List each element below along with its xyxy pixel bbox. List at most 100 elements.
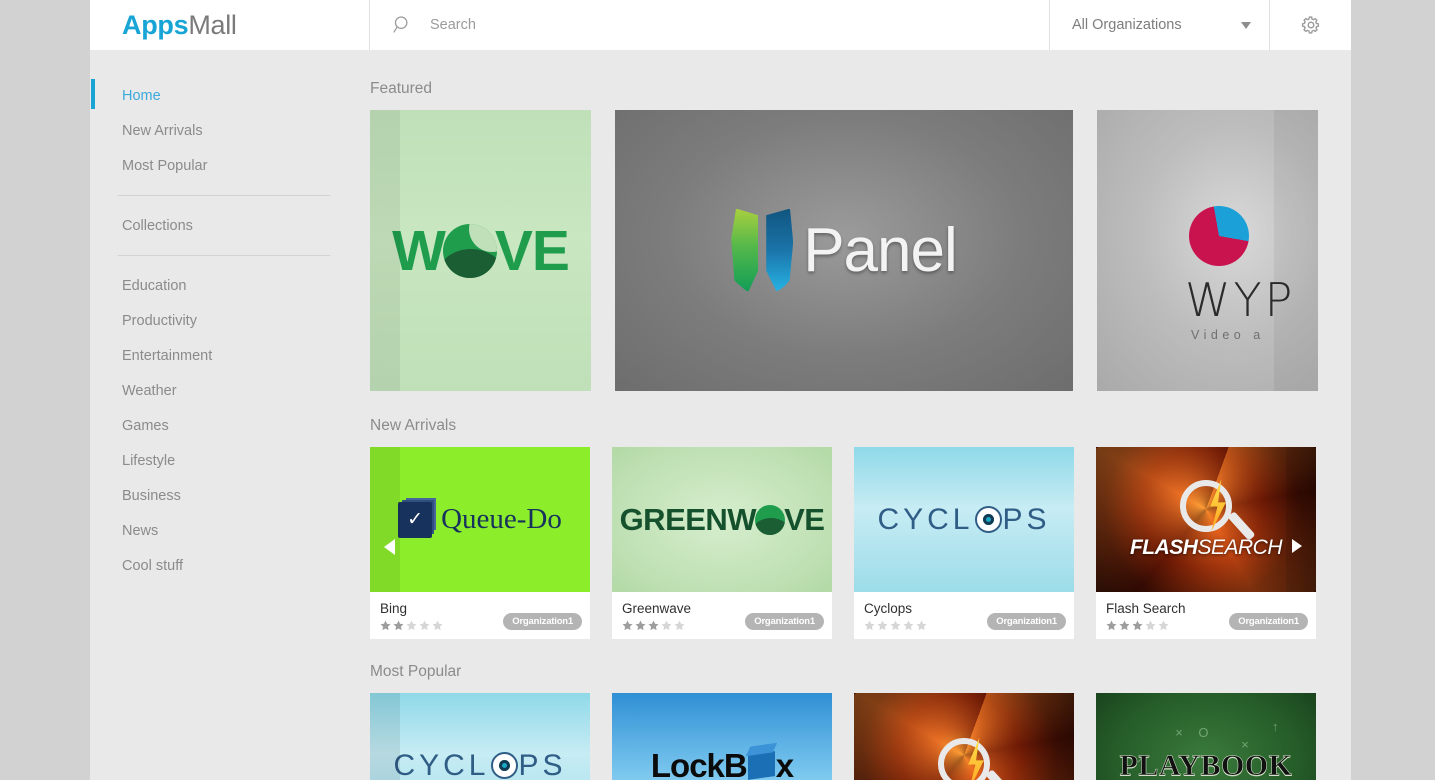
- card-shade: [1286, 447, 1316, 592]
- sidebar-item-collections[interactable]: Collections: [90, 208, 370, 243]
- wave-artwork: W VE: [370, 110, 591, 391]
- arrow-left-icon[interactable]: [384, 539, 395, 555]
- sidebar-item-news[interactable]: News: [90, 513, 370, 548]
- lightning-bolt-icon: [968, 737, 984, 780]
- sidebar-item-label: Weather: [122, 382, 177, 399]
- app-card-playbook[interactable]: × O × ↗ ↑ PLAYBOOK: [1096, 693, 1316, 780]
- app-card-greenwave[interactable]: GREENW VE Greenwave Organization1: [612, 447, 832, 639]
- app-card-bing[interactable]: ✓ Queue-Do Bing Organization1: [370, 447, 590, 639]
- main-content: Featured W VE Panel WYP Video a New Arri…: [370, 50, 1351, 780]
- playbook-logo-text: PLAYBOOK: [1119, 748, 1293, 780]
- app-card-cyclops-popular[interactable]: CYCL PS: [370, 693, 590, 780]
- organization-selected-label: All Organizations: [1072, 17, 1182, 33]
- sidebar-item-cool-stuff[interactable]: Cool stuff: [90, 548, 370, 583]
- lockbox-box-icon: [747, 751, 775, 780]
- app-card-artwork: LockB x: [612, 693, 832, 780]
- app-card-flash-search[interactable]: FLASHSEARCH Flash Search Organization1: [1096, 447, 1316, 639]
- star-icon: [903, 620, 914, 631]
- star-icon: [1145, 620, 1156, 631]
- sidebar-item-productivity[interactable]: Productivity: [90, 303, 370, 338]
- app-card-flash-search-popular[interactable]: [854, 693, 1074, 780]
- star-icon: [1158, 620, 1169, 631]
- flash-search-logo-text: FLASHSEARCH: [1129, 535, 1283, 559]
- star-icon: [419, 620, 430, 631]
- wype-subtitle-text: Video a: [1191, 328, 1265, 342]
- settings-button[interactable]: [1270, 0, 1351, 50]
- featured-card-upanel[interactable]: Panel: [615, 110, 1073, 391]
- star-icon: [916, 620, 927, 631]
- u-left-half: [731, 208, 759, 293]
- brand-mall-text: Mall: [188, 9, 237, 40]
- wave-logo-text: W VE: [392, 218, 570, 283]
- sidebar-item-label: Education: [122, 277, 187, 294]
- app-window: AppsMall All Organizations: [90, 0, 1351, 780]
- app-card-artwork: GREENW VE: [612, 447, 832, 592]
- star-icon: [432, 620, 443, 631]
- queuedo-logo-text: Queue-Do: [441, 503, 562, 535]
- featured-card-wave[interactable]: W VE: [370, 110, 591, 391]
- chevron-down-icon: [1241, 21, 1251, 29]
- search-icon: [393, 16, 408, 33]
- brand-apps-text: Apps: [122, 9, 189, 40]
- sidebar-item-new-arrivals[interactable]: New Arrivals: [90, 113, 370, 148]
- star-icon: [1119, 620, 1130, 631]
- star-icon: [635, 620, 646, 631]
- lightning-bolt-icon: [1210, 479, 1226, 532]
- featured-card-wype[interactable]: WYP Video a: [1097, 110, 1318, 391]
- featured-section-title: Featured: [370, 80, 433, 97]
- app-card-cyclops[interactable]: CYCL PS Cyclops Organization1: [854, 447, 1074, 639]
- sidebar-item-education[interactable]: Education: [90, 268, 370, 303]
- u-right-half: [766, 208, 794, 293]
- app-card-artwork: CYCL PS: [854, 447, 1074, 592]
- app-card-artwork: FLASHSEARCH: [1096, 447, 1316, 592]
- sidebar-item-lifestyle[interactable]: Lifestyle: [90, 443, 370, 478]
- cyclops-eye-icon: [490, 752, 518, 779]
- brand-logo[interactable]: AppsMall: [90, 0, 370, 50]
- arrow-right-icon[interactable]: [1292, 539, 1302, 553]
- cyclops-logo-text: CYCL PS: [877, 502, 1051, 536]
- app-card-artwork: [854, 693, 1074, 780]
- sidebar-item-label: New Arrivals: [122, 122, 203, 139]
- wype-circle-icon: [1189, 206, 1249, 266]
- cyclops-artwork: CYCL PS: [854, 447, 1074, 592]
- search-input[interactable]: [430, 17, 1049, 33]
- sidebar-item-games[interactable]: Games: [90, 408, 370, 443]
- star-icon: [674, 620, 685, 631]
- organization-badge: Organization1: [987, 613, 1066, 630]
- star-icon: [661, 620, 672, 631]
- app-card-artwork: ✓ Queue-Do: [370, 447, 590, 592]
- sidebar-divider: [118, 255, 330, 256]
- upanel-logo-text: Panel: [803, 216, 958, 285]
- most-popular-carousel: CYCL PS LockB x × O × ↗ ↑ PLAYBOOK: [370, 693, 1351, 780]
- flash-search-artwork: [854, 693, 1074, 780]
- queuedo-book-icon: ✓: [398, 501, 433, 538]
- sidebar-item-label: Entertainment: [122, 347, 213, 364]
- greenwave-drop-icon: [755, 504, 786, 535]
- search-area[interactable]: [370, 0, 1050, 50]
- sidebar-item-label: Lifestyle: [122, 452, 176, 469]
- app-card-lockbox[interactable]: LockB x: [612, 693, 832, 780]
- sidebar-nav: Home New Arrivals Most Popular Collectio…: [90, 50, 370, 780]
- sidebar-item-weather[interactable]: Weather: [90, 373, 370, 408]
- sidebar-item-entertainment[interactable]: Entertainment: [90, 338, 370, 373]
- sidebar-item-label: Games: [122, 417, 169, 434]
- wave-drop-icon: [442, 223, 497, 278]
- sidebar-item-home[interactable]: Home: [90, 78, 370, 113]
- star-icon: [1132, 620, 1143, 631]
- app-card-meta: Cyclops Organization1: [854, 592, 1074, 639]
- cyclops-logo-text: CYCL PS: [393, 748, 567, 780]
- sidebar-item-business[interactable]: Business: [90, 478, 370, 513]
- star-icon: [648, 620, 659, 631]
- new-arrivals-carousel: ✓ Queue-Do Bing Organization1 GREENW VE …: [370, 447, 1351, 639]
- wype-artwork: WYP Video a: [1097, 110, 1318, 391]
- organization-badge: Organization1: [1229, 613, 1308, 630]
- upanel-artwork: Panel: [615, 110, 1073, 391]
- new-arrivals-section-title: New Arrivals: [370, 417, 457, 434]
- app-card-meta: Flash Search Organization1: [1096, 592, 1316, 639]
- upanel-u-icon: [731, 208, 794, 293]
- app-card-meta: Bing Organization1: [370, 592, 590, 639]
- app-card-meta: Greenwave Organization1: [612, 592, 832, 639]
- sidebar-item-most-popular[interactable]: Most Popular: [90, 148, 370, 183]
- organization-dropdown[interactable]: All Organizations: [1050, 0, 1270, 50]
- cyclops-eye-icon: [974, 506, 1002, 533]
